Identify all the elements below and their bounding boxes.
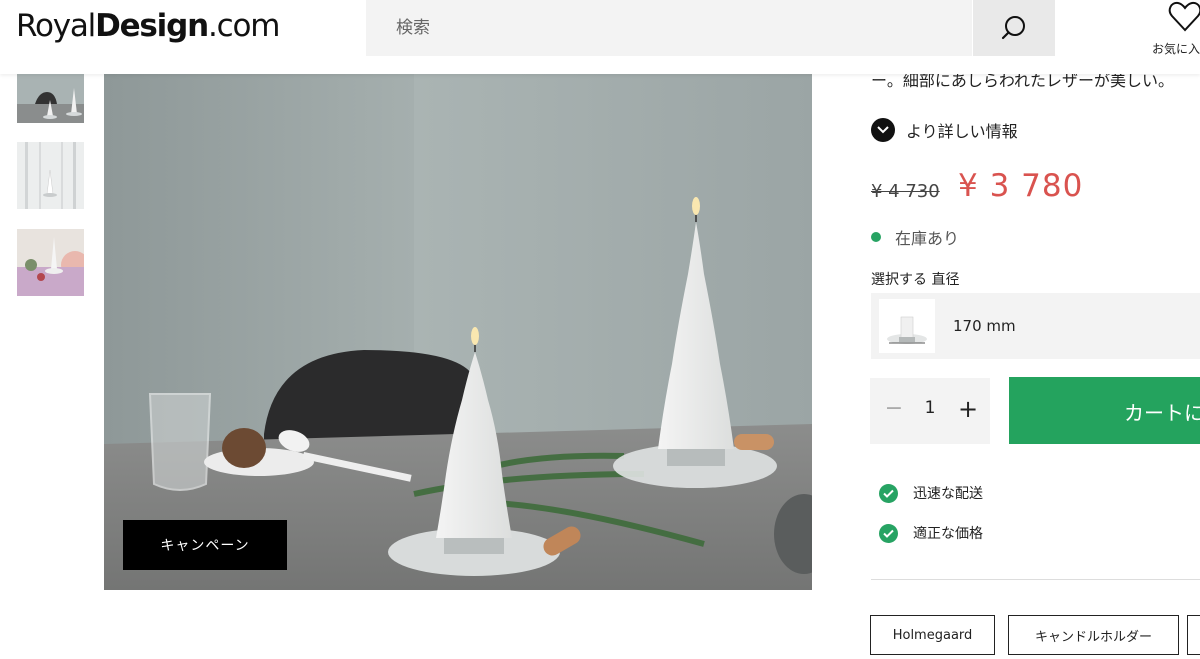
check-circle-icon <box>879 523 898 543</box>
search-bar <box>366 0 976 56</box>
favorites-link[interactable]: お気に入 <box>1150 0 1200 60</box>
gallery-thumbnail-3[interactable] <box>17 229 84 296</box>
feature-label: 適正な価格 <box>913 526 983 542</box>
add-to-cart-button[interactable]: カートに <box>1009 377 1200 444</box>
search-button[interactable] <box>973 0 1055 56</box>
quantity-stepper: − 1 + <box>870 378 990 444</box>
thumbnail-image <box>17 74 84 123</box>
more-info-toggle[interactable]: より詳しい情報 <box>871 117 1018 143</box>
variant-value: 170 mm <box>953 317 1016 335</box>
original-price: ¥ 4 730 <box>871 181 940 202</box>
logo-part-design: Design <box>95 8 209 44</box>
quantity-value[interactable]: 1 <box>915 398 945 418</box>
feature-fast-delivery: 迅速な配送 <box>879 483 983 503</box>
gallery-thumbnail-2[interactable] <box>17 142 84 209</box>
product-photo <box>104 74 812 590</box>
chevron-down-icon <box>871 118 895 142</box>
search-input[interactable] <box>366 0 976 56</box>
search-icon <box>1001 16 1025 40</box>
check-circle-icon <box>879 483 898 503</box>
thumbnail-image <box>17 229 84 296</box>
thumbnail-image <box>17 142 84 209</box>
feature-fair-price: 適正な価格 <box>879 523 983 543</box>
tag-category[interactable]: キャンドルホルダー <box>1008 615 1179 655</box>
in-stock-dot-icon <box>871 232 881 242</box>
add-to-cart-label: カートに <box>1124 401 1200 425</box>
stock-status-label: 在庫あり <box>895 229 960 248</box>
more-info-label: より詳しい情報 <box>906 122 1018 141</box>
tag-more[interactable] <box>1187 615 1200 655</box>
main-product-image[interactable] <box>104 74 812 590</box>
gallery-thumbnail-1[interactable] <box>17 74 84 123</box>
logo-part-royal: Royal <box>16 8 96 44</box>
site-header: RoyalDesign.com お気に入 <box>0 0 1200 74</box>
heart-icon <box>1168 1 1200 32</box>
sale-price: ¥ 3 780 <box>958 168 1084 204</box>
variant-selector[interactable]: 170 mm <box>871 293 1200 359</box>
feature-label: 迅速な配送 <box>913 486 983 502</box>
variant-select-label: 選択する 直径 <box>871 272 960 288</box>
favorites-label: お気に入 <box>1152 42 1200 56</box>
variant-thumbnail <box>879 299 935 353</box>
campaign-badge: キャンペーン <box>123 520 287 570</box>
site-logo[interactable]: RoyalDesign.com <box>16 8 280 44</box>
section-divider <box>871 579 1200 580</box>
tag-brand[interactable]: Holmegaard <box>870 615 995 655</box>
quantity-decrease-button[interactable]: − <box>882 396 906 424</box>
stock-status: 在庫あり <box>871 225 959 249</box>
quantity-increase-button[interactable]: + <box>956 395 980 423</box>
logo-part-com: .com <box>207 8 280 44</box>
